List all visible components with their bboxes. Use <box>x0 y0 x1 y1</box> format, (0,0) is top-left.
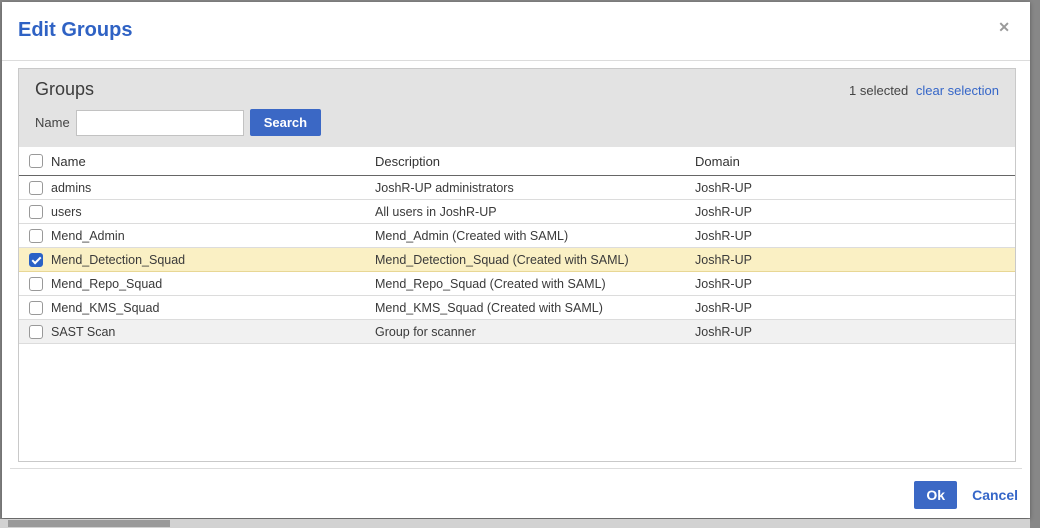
row-checkbox[interactable] <box>29 181 43 195</box>
title-divider <box>2 60 1030 61</box>
name-filter-label: Name <box>35 115 70 130</box>
row-checkbox[interactable] <box>29 205 43 219</box>
page-horizontal-scrollbar-thumb[interactable] <box>8 520 170 527</box>
table-row[interactable]: Mend_Admin Mend_Admin (Created with SAML… <box>19 224 1015 248</box>
group-name: Mend_Repo_Squad <box>51 277 375 291</box>
table-row[interactable]: Mend_KMS_Squad Mend_KMS_Squad (Created w… <box>19 296 1015 320</box>
selection-status: 1 selected <box>849 83 908 98</box>
group-name: users <box>51 205 375 219</box>
table-row[interactable]: Mend_Detection_Squad Mend_Detection_Squa… <box>19 248 1015 272</box>
group-description: Mend_Detection_Squad (Created with SAML) <box>375 253 695 267</box>
group-name: Mend_Admin <box>51 229 375 243</box>
dialog-title: Edit Groups <box>18 19 132 42</box>
groups-table-body: admins JoshR-UP administrators JoshR-UP … <box>19 176 1015 344</box>
row-checkbox[interactable] <box>29 325 43 339</box>
clear-selection-link[interactable]: clear selection <box>916 83 999 98</box>
column-header-description[interactable]: Description <box>375 154 695 169</box>
group-description: Mend_Admin (Created with SAML) <box>375 229 695 243</box>
groups-panel: Groups 1 selected clear selection Name S… <box>18 68 1016 462</box>
group-domain: JoshR-UP <box>695 277 1015 291</box>
row-checkbox[interactable] <box>29 229 43 243</box>
group-description: Mend_KMS_Squad (Created with SAML) <box>375 301 695 315</box>
table-row[interactable]: SAST Scan Group for scanner JoshR-UP <box>19 320 1015 344</box>
ok-button[interactable]: Ok <box>914 481 957 509</box>
table-row[interactable]: users All users in JoshR-UP JoshR-UP <box>19 200 1015 224</box>
row-checkbox[interactable] <box>29 253 43 267</box>
panel-title: Groups <box>35 79 94 100</box>
group-description: JoshR-UP administrators <box>375 181 695 195</box>
row-checkbox[interactable] <box>29 301 43 315</box>
select-all-checkbox[interactable] <box>29 154 43 168</box>
group-domain: JoshR-UP <box>695 205 1015 219</box>
table-row[interactable]: admins JoshR-UP administrators JoshR-UP <box>19 176 1015 200</box>
group-description: Group for scanner <box>375 325 695 339</box>
page-horizontal-scrollbar[interactable] <box>0 519 1030 528</box>
edit-groups-dialog: Edit Groups ✕ Groups 1 selected clear se… <box>2 2 1030 518</box>
dialog-footer: Ok Cancel <box>914 481 1018 509</box>
column-header-domain[interactable]: Domain <box>695 154 1015 169</box>
table-row[interactable]: Mend_Repo_Squad Mend_Repo_Squad (Created… <box>19 272 1015 296</box>
group-domain: JoshR-UP <box>695 229 1015 243</box>
column-header-name[interactable]: Name <box>51 154 375 169</box>
row-checkbox[interactable] <box>29 277 43 291</box>
group-domain: JoshR-UP <box>695 301 1015 315</box>
close-icon[interactable]: ✕ <box>998 20 1010 34</box>
group-domain: JoshR-UP <box>695 325 1015 339</box>
groups-panel-header: Groups 1 selected clear selection Name S… <box>19 69 1015 147</box>
group-description: All users in JoshR-UP <box>375 205 695 219</box>
group-name: Mend_KMS_Squad <box>51 301 375 315</box>
cancel-button[interactable]: Cancel <box>972 487 1018 503</box>
search-button[interactable]: Search <box>250 109 321 136</box>
group-domain: JoshR-UP <box>695 181 1015 195</box>
group-domain: JoshR-UP <box>695 253 1015 267</box>
group-name: SAST Scan <box>51 325 375 339</box>
group-name: Mend_Detection_Squad <box>51 253 375 267</box>
group-name: admins <box>51 181 375 195</box>
footer-divider <box>10 468 1022 469</box>
table-header-row: Name Description Domain <box>19 147 1015 176</box>
name-filter-input[interactable] <box>76 110 244 136</box>
group-description: Mend_Repo_Squad (Created with SAML) <box>375 277 695 291</box>
